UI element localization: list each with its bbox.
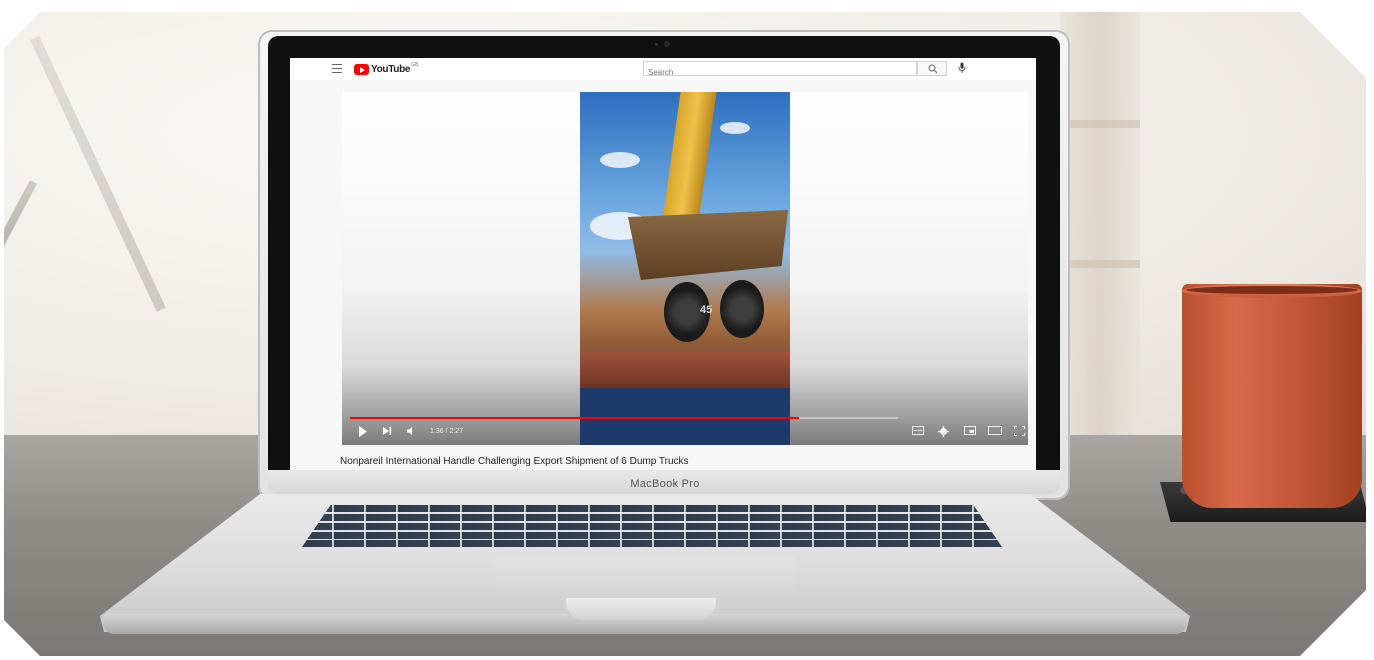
menu-icon[interactable] bbox=[332, 64, 342, 73]
key-row bbox=[302, 540, 1002, 547]
gear-icon[interactable] bbox=[938, 426, 949, 437]
mic-icon[interactable] bbox=[958, 62, 966, 74]
cloud bbox=[600, 152, 640, 168]
dump-truck-body bbox=[628, 210, 788, 280]
video-player[interactable]: 45 1:36 / 2:27 bbox=[342, 92, 1028, 445]
youtube-play-logo-icon bbox=[354, 63, 369, 75]
keyboard bbox=[302, 503, 1002, 547]
search-box bbox=[643, 61, 917, 79]
miniplayer-icon[interactable] bbox=[964, 426, 976, 435]
key-row bbox=[302, 505, 1002, 512]
shelf-board bbox=[1060, 260, 1140, 268]
laptop-screen: YouTube GB Search 45 1:36 / 2:27 Nonpare… bbox=[290, 58, 1036, 472]
key-row bbox=[302, 514, 1002, 521]
background-shelf bbox=[1060, 12, 1140, 442]
trackpad bbox=[495, 556, 795, 592]
camera-light bbox=[655, 43, 658, 46]
play-icon[interactable] bbox=[358, 426, 368, 437]
time-display: 1:36 / 2:27 bbox=[430, 428, 464, 435]
truck-tire bbox=[720, 280, 764, 338]
youtube-logo[interactable]: YouTube GB bbox=[354, 62, 419, 75]
logo-country-code: GB bbox=[411, 62, 419, 68]
mug-opening bbox=[1186, 286, 1358, 294]
logo-text: YouTube bbox=[371, 63, 411, 75]
truck-number: 45 bbox=[700, 304, 713, 316]
laptop-brand-label: MacBook Pro bbox=[630, 478, 700, 490]
player-controls: 1:36 / 2:27 bbox=[342, 422, 1028, 444]
key-row bbox=[302, 523, 1002, 530]
volume-icon[interactable] bbox=[406, 426, 416, 436]
youtube-masthead: YouTube GB bbox=[290, 58, 1036, 80]
search-input[interactable] bbox=[644, 66, 878, 79]
progress-bar-fill bbox=[350, 417, 800, 419]
key-row bbox=[302, 532, 1002, 539]
video-frame[interactable]: 45 bbox=[580, 92, 790, 445]
photo-scene: YouTube GB Search 45 1:36 / 2:27 Nonpare… bbox=[4, 12, 1366, 656]
cloud bbox=[720, 122, 750, 134]
ship-deck bbox=[580, 352, 790, 388]
subtitles-icon[interactable] bbox=[912, 426, 924, 435]
theater-icon[interactable] bbox=[988, 426, 1002, 435]
coffee-mug bbox=[1182, 284, 1362, 508]
camera-icon bbox=[664, 41, 670, 47]
next-icon[interactable] bbox=[382, 426, 392, 436]
lid-notch bbox=[566, 598, 716, 620]
fullscreen-icon[interactable] bbox=[1014, 426, 1025, 436]
shelf-board bbox=[1060, 120, 1140, 128]
video-title[interactable]: Nonpareil International Handle Challengi… bbox=[340, 456, 689, 467]
search-icon bbox=[928, 64, 938, 74]
search-button[interactable] bbox=[917, 61, 947, 76]
